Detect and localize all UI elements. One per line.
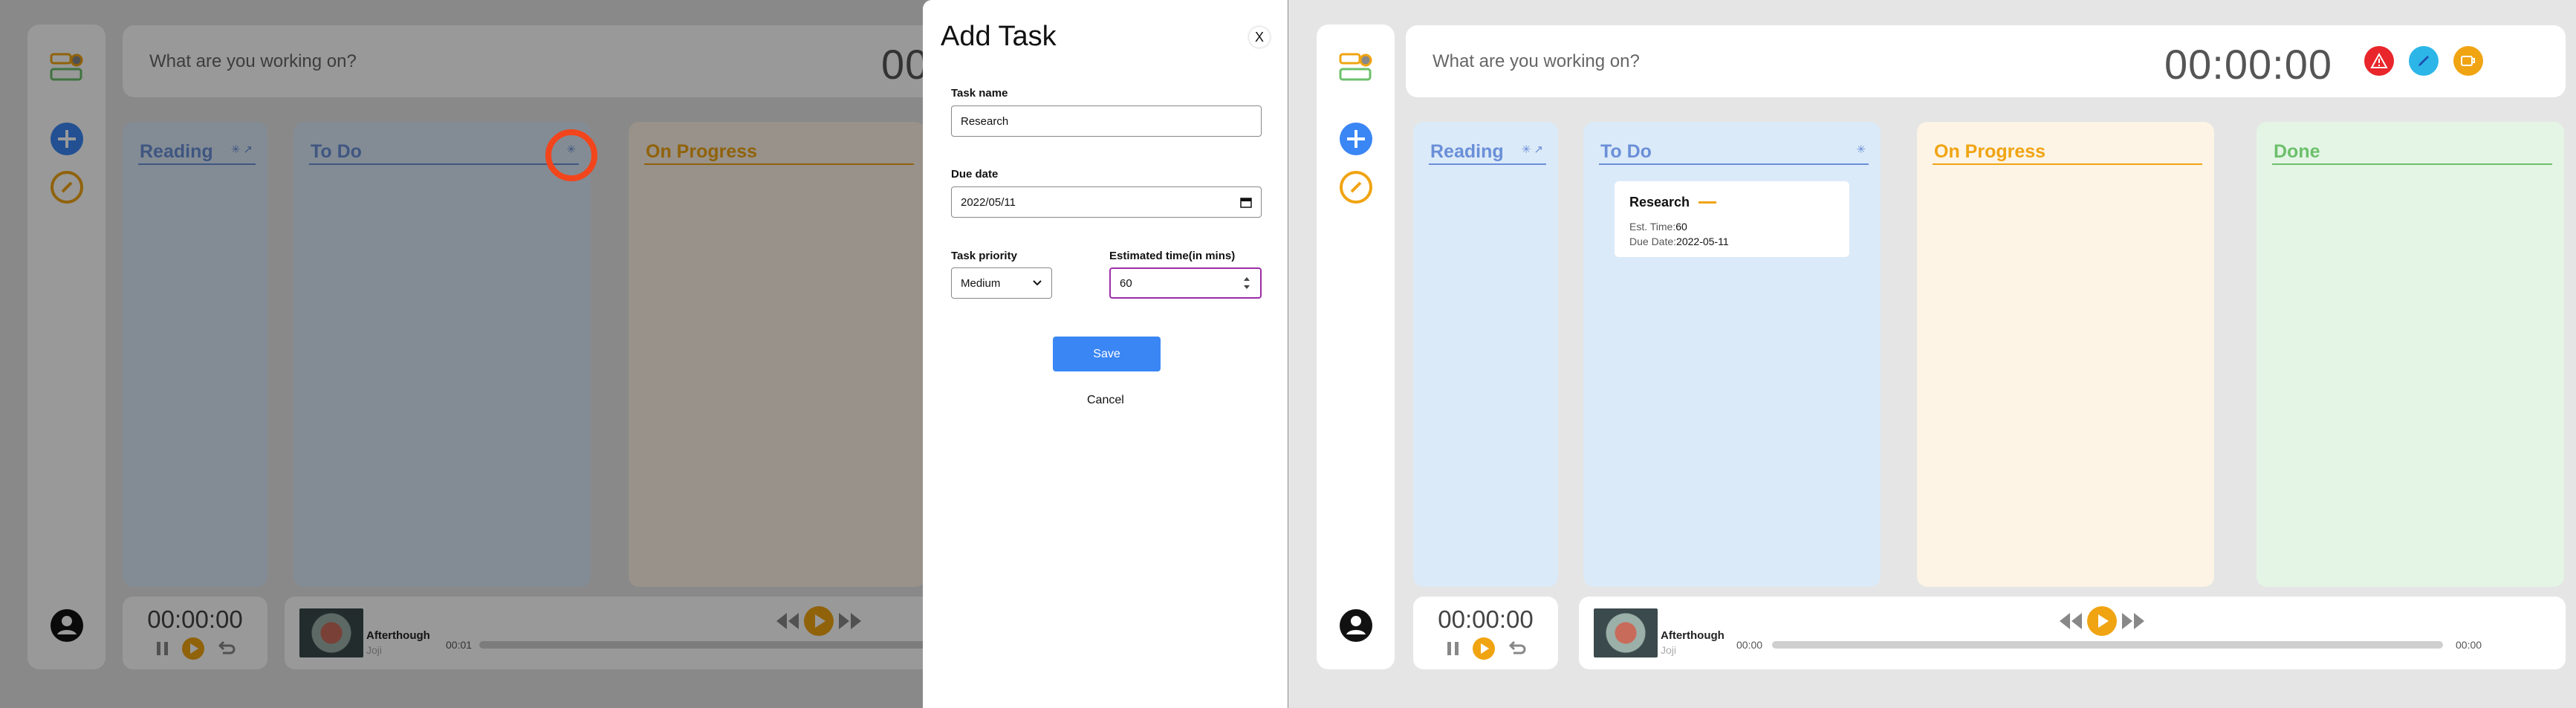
cancel-button[interactable]: Cancel xyxy=(1087,394,1124,407)
pomodoro-timer: 00:00:00 xyxy=(1413,597,1558,669)
stepper-icon[interactable] xyxy=(1242,274,1251,292)
due-date-value: 2022-05-11 xyxy=(1676,236,1729,247)
progress-bar[interactable] xyxy=(1772,641,2443,649)
app-window: 00:00:00 Reading ✳ ↗ To Do ✳ xyxy=(1288,0,2576,708)
compass-icon xyxy=(1339,171,1372,204)
column-title: To Do xyxy=(1600,141,1652,162)
focus-task-input[interactable] xyxy=(1433,49,1953,74)
column-reading: Reading ✳ ↗ xyxy=(1413,122,1558,587)
save-button[interactable]: Save xyxy=(1053,337,1161,371)
focus-bar: 00:00:00 xyxy=(1406,25,2566,97)
close-button[interactable]: X xyxy=(1249,27,1270,48)
pause-icon[interactable] xyxy=(1445,640,1461,657)
pen-button[interactable] xyxy=(2409,46,2439,76)
sidebar xyxy=(1317,25,1395,669)
estimate-label: Estimated time(in mins) xyxy=(1109,250,1236,262)
add-to-column-icon[interactable]: ✳ xyxy=(1856,143,1866,156)
column-header: Done xyxy=(2272,138,2552,165)
right-panel: 00:00:00 Reading ✳ ↗ To Do ✳ xyxy=(1288,0,2576,708)
column-todo: To Do ✳ Research Est. Time:60 Due Date:2… xyxy=(1583,122,1881,587)
priority-select[interactable]: Medium xyxy=(951,267,1052,299)
column-header: On Progress xyxy=(1933,138,2202,165)
song-artist: Joji xyxy=(1661,644,1677,656)
app-window: 00:00:00 Reading ✳ ↗ To Do ✳ On Progress… xyxy=(0,0,1288,708)
task-card[interactable]: Research Est. Time:60 Due Date:2022-05-1… xyxy=(1615,181,1849,257)
profile-button[interactable] xyxy=(1339,608,1373,643)
est-time-value: 60 xyxy=(1675,221,1687,233)
column-tools[interactable]: ✳ ↗ xyxy=(1522,143,1543,156)
priority-label: Task priority xyxy=(951,250,1017,262)
chevron-down-icon xyxy=(1033,280,1042,286)
compass-button[interactable] xyxy=(1338,169,1374,205)
calendar-icon[interactable] xyxy=(1240,196,1252,208)
reset-icon[interactable] xyxy=(1506,638,1527,659)
priority-indicator xyxy=(1699,201,1717,204)
coffee-icon xyxy=(2461,56,2475,66)
column-title: Done xyxy=(2274,141,2320,162)
rewind-icon[interactable] xyxy=(2058,610,2083,632)
add-task-button[interactable] xyxy=(1338,121,1374,157)
priority-value: Medium xyxy=(961,276,1001,290)
task-name-input[interactable]: Research xyxy=(951,105,1262,137)
modal-title: Add Task xyxy=(941,21,1057,52)
task-card-title: Research xyxy=(1629,195,1690,210)
add-task-modal: Add Task X Task name Research Due date 2… xyxy=(923,0,1288,708)
estimate-input[interactable]: 60 xyxy=(1109,267,1262,299)
column-header: To Do ✳ xyxy=(1599,138,1869,165)
coffee-button[interactable] xyxy=(2453,46,2483,76)
task-name-label: Task name xyxy=(951,87,1008,100)
warning-icon xyxy=(2370,53,2388,68)
left-panel: 00:00:00 Reading ✳ ↗ To Do ✳ On Progress… xyxy=(0,0,1288,708)
estimate-value: 60 xyxy=(1120,276,1132,290)
column-title: On Progress xyxy=(1934,141,2046,162)
user-icon xyxy=(1339,609,1372,642)
focus-clock: 00:00:00 xyxy=(2164,41,2332,88)
timer-display: 00:00:00 xyxy=(1438,605,1534,633)
duration-time: 00:00 xyxy=(2456,639,2482,651)
due-date-label: Due Date: xyxy=(1629,236,1677,247)
music-player: Afterthough Joji 00:00 00:00 xyxy=(1579,597,2566,669)
due-date-label: Due date xyxy=(951,168,999,181)
album-art xyxy=(1594,608,1658,657)
est-time-label: Est. Time: xyxy=(1629,221,1676,233)
column-title: Reading xyxy=(1430,141,1504,162)
play-icon[interactable] xyxy=(1472,637,1496,660)
logo-icon xyxy=(1337,50,1375,87)
column-on-progress: On Progress xyxy=(1917,122,2214,587)
column-done: Done xyxy=(2257,122,2564,587)
due-date-input[interactable]: 2022/05/11 xyxy=(951,186,1262,218)
forward-icon[interactable] xyxy=(2121,610,2146,632)
click-highlight-ring xyxy=(545,129,597,181)
column-header: Reading ✳ ↗ xyxy=(1429,138,1546,165)
warning-button[interactable] xyxy=(2364,46,2394,76)
plus-icon xyxy=(1339,123,1372,155)
due-date-value: 2022/05/11 xyxy=(961,195,1016,209)
play-icon[interactable] xyxy=(2086,605,2118,637)
pen-icon xyxy=(2418,56,2429,66)
elapsed-time: 00:00 xyxy=(1736,639,1763,651)
transport-controls xyxy=(2058,605,2146,637)
song-title: Afterthough xyxy=(1661,629,1725,642)
